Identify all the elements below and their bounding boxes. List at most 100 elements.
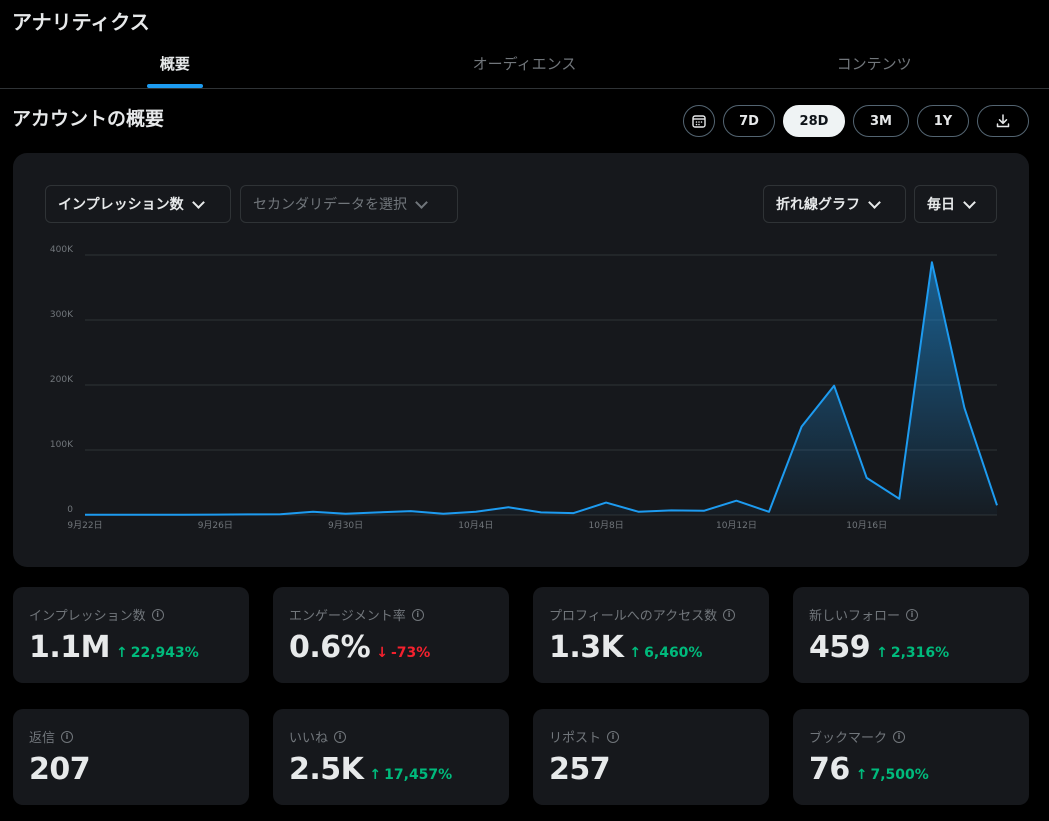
arrow-down-icon: ↓ <box>376 645 388 661</box>
info-icon[interactable]: i <box>723 608 736 621</box>
range-3m-button[interactable]: 3M <box>853 105 909 137</box>
stat-card[interactable]: いいね i 2.5K ↑ 17,457% <box>273 709 509 805</box>
stat-change: ↑ 6,460% <box>629 645 702 661</box>
stat-label-row: 新しいフォロー i <box>809 605 1013 624</box>
stat-value: 76 <box>809 752 850 787</box>
y-tick-label: 100K <box>50 440 74 450</box>
stat-value-row: 76 ↑ 7,500% <box>809 752 1013 787</box>
stat-card[interactable]: ブックマーク i 76 ↑ 7,500% <box>793 709 1029 805</box>
x-tick-label: 10月16日 <box>846 520 887 531</box>
info-icon[interactable]: i <box>607 730 620 743</box>
download-icon <box>996 114 1010 128</box>
stat-value: 1.3K <box>549 630 624 665</box>
y-tick-label: 400K <box>50 245 74 255</box>
series-area <box>85 262 997 515</box>
stat-card[interactable]: プロフィールへのアクセス数 i 1.3K ↑ 6,460% <box>533 587 769 683</box>
x-tick-label: 9月26日 <box>198 520 233 531</box>
arrow-up-icon: ↑ <box>369 767 382 783</box>
stat-value-row: 1.1M ↑ 22,943% <box>29 630 233 665</box>
x-tick-label: 10月12日 <box>716 520 757 531</box>
stat-change-value: 2,316% <box>890 645 950 661</box>
tab-overview[interactable]: 概要 <box>0 40 350 88</box>
arrow-up-icon: ↑ <box>116 645 128 661</box>
stat-card[interactable]: リポスト i 257 <box>533 709 769 805</box>
arrow-up-icon: ↑ <box>876 645 888 661</box>
stat-value: 459 <box>809 630 871 665</box>
info-icon[interactable]: i <box>411 608 424 621</box>
tab-audience[interactable]: オーディエンス <box>350 40 700 88</box>
stat-value: 207 <box>29 752 91 787</box>
stat-label: ブックマーク <box>809 731 888 746</box>
stat-label: いいね <box>289 731 329 746</box>
arrow-up-icon: ↑ <box>629 645 642 661</box>
stat-value-row: 0.6% ↓ -73% <box>289 630 493 665</box>
tab-audience-label: オーディエンス <box>472 55 577 73</box>
page-title: アナリティクス <box>12 10 150 34</box>
stat-label: インプレッション数 <box>29 609 146 624</box>
info-icon[interactable]: i <box>151 608 164 621</box>
x-tick-label: 10月4日 <box>458 520 493 531</box>
stat-change-value: 17,457% <box>384 767 453 783</box>
y-tick-label: 300K <box>50 310 74 320</box>
info-icon[interactable]: i <box>61 730 74 743</box>
stat-change-value: 6,460% <box>644 645 703 661</box>
range-1y-button[interactable]: 1Y <box>917 105 969 137</box>
stat-card[interactable]: 返信 i 207 <box>13 709 249 805</box>
stat-value-row: 459 ↑ 2,316% <box>809 630 1013 665</box>
tab-bar: 概要 オーディエンス コンテンツ <box>0 40 1049 89</box>
tab-content-label: コンテンツ <box>836 55 912 73</box>
section-title: アカウントの概要 <box>12 108 165 130</box>
stat-value-row: 1.3K ↑ 6,460% <box>549 630 753 665</box>
tab-overview-label: 概要 <box>159 55 190 73</box>
x-tick-label: 9月30日 <box>328 520 363 531</box>
stat-label-row: インプレッション数 i <box>29 605 233 624</box>
stat-label: プロフィールへのアクセス数 <box>549 609 718 624</box>
stat-card[interactable]: インプレッション数 i 1.1M ↑ 22,943% <box>13 587 249 683</box>
y-tick-label: 200K <box>50 375 74 385</box>
stat-change-value: 7,500% <box>870 767 929 783</box>
calendar-button[interactable] <box>683 105 715 137</box>
tab-content[interactable]: コンテンツ <box>699 40 1049 88</box>
stat-label: 返信 <box>29 731 56 746</box>
arrow-up-icon: ↑ <box>855 767 868 783</box>
stat-label-row: エンゲージメント率 i <box>289 605 493 624</box>
info-icon[interactable]: i <box>893 730 906 743</box>
stat-label: リポスト <box>549 731 602 746</box>
info-icon[interactable]: i <box>906 608 919 621</box>
stat-value: 2.5K <box>289 752 364 787</box>
stats-grid: インプレッション数 i 1.1M ↑ 22,943% エンゲージメント率 i 0.6% ↓ -73… <box>13 587 1029 805</box>
stat-value: 1.1M <box>29 630 111 665</box>
stat-label-row: いいね i <box>289 727 493 746</box>
stat-change: ↑ 17,457% <box>369 767 452 783</box>
download-button[interactable] <box>977 105 1029 137</box>
info-icon[interactable]: i <box>334 730 347 743</box>
range-7d-button[interactable]: 7D <box>723 105 775 137</box>
stat-card[interactable]: エンゲージメント率 i 0.6% ↓ -73% <box>273 587 509 683</box>
stat-label-row: リポスト i <box>549 727 753 746</box>
active-tab-indicator <box>146 84 203 88</box>
stat-label: 新しいフォロー <box>809 609 901 624</box>
stat-change: ↑ 22,943% <box>116 645 199 661</box>
x-tick-label: 10月8日 <box>589 520 624 531</box>
range-28d-button[interactable]: 28D <box>783 105 845 137</box>
stat-value-row: 207 <box>29 752 233 787</box>
stat-label: エンゲージメント率 <box>289 609 406 624</box>
stat-value: 257 <box>549 752 611 787</box>
stat-card[interactable]: 新しいフォロー i 459 ↑ 2,316% <box>793 587 1029 683</box>
stat-value: 0.6% <box>289 630 371 665</box>
y-tick-label: 0 <box>67 505 73 515</box>
stat-value-row: 2.5K ↑ 17,457% <box>289 752 493 787</box>
date-range-bar: 7D 28D 3M 1Y <box>683 105 1029 137</box>
stat-change: ↑ 7,500% <box>856 767 929 783</box>
stat-label-row: ブックマーク i <box>809 727 1013 746</box>
x-tick-label: 9月22日 <box>67 520 102 531</box>
stat-value-row: 257 <box>549 752 753 787</box>
stat-label-row: 返信 i <box>29 727 233 746</box>
calendar-icon <box>692 115 706 128</box>
stat-change-value: 22,943% <box>130 645 199 661</box>
chart-card: インプレッション数 セカンダリデータを選択 折れ線グラフ 毎日 0 100K 200… <box>13 153 1029 567</box>
stat-change-value: -73% <box>390 645 431 661</box>
impressions-chart: 0 100K 200K 300K 400K 9月22日 9月26日 9月30日 10月4日 10… <box>50 245 998 531</box>
stat-label-row: プロフィールへのアクセス数 i <box>549 605 753 624</box>
stat-change: ↑ 2,316% <box>876 645 949 661</box>
